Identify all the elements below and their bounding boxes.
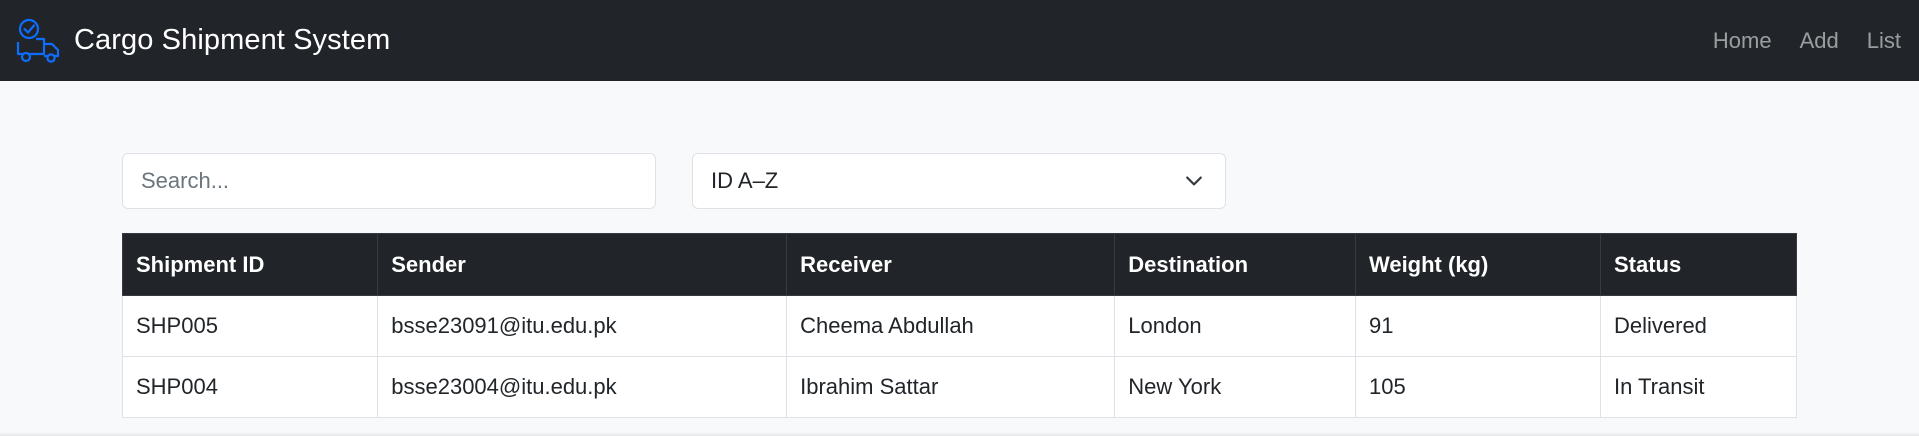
chevron-down-icon — [1185, 172, 1203, 190]
nav-link-home[interactable]: Home — [1713, 28, 1772, 54]
truck-check-icon — [16, 18, 62, 64]
table-header-row: Shipment ID Sender Receiver Destination … — [121, 233, 1798, 296]
cell-status: In Transit — [1599, 356, 1798, 418]
cell-receiver: Ibrahim Sattar — [786, 356, 1116, 418]
search-input[interactable] — [122, 153, 656, 209]
top-navbar: Cargo Shipment System Home Add List — [0, 0, 1919, 81]
cell-status: Delivered — [1599, 295, 1798, 357]
cell-weight: 105 — [1354, 356, 1601, 418]
sort-selected-value: ID A–Z — [711, 168, 779, 193]
brand-link[interactable]: Cargo Shipment System — [16, 18, 390, 64]
cell-sender: bsse23091@itu.edu.pk — [377, 295, 788, 357]
table-row[interactable]: SHP004 bsse23004@itu.edu.pk Ibrahim Satt… — [121, 356, 1798, 418]
cell-shipment-id: SHP004 — [121, 356, 379, 418]
nav-link-add[interactable]: Add — [1800, 28, 1839, 54]
column-header-destination[interactable]: Destination — [1114, 233, 1356, 296]
sort-select[interactable]: ID A–Z — [692, 153, 1226, 209]
column-header-receiver[interactable]: Receiver — [786, 233, 1116, 296]
column-header-shipment-id[interactable]: Shipment ID — [121, 233, 379, 296]
table-row[interactable]: SHP005 bsse23091@itu.edu.pk Cheema Abdul… — [121, 295, 1798, 357]
column-header-sender[interactable]: Sender — [377, 233, 788, 296]
cell-destination: New York — [1114, 356, 1356, 418]
column-header-weight[interactable]: Weight (kg) — [1354, 233, 1601, 296]
cell-shipment-id: SHP005 — [121, 295, 379, 357]
brand-title: Cargo Shipment System — [74, 24, 391, 56]
cell-receiver: Cheema Abdullah — [786, 295, 1116, 357]
column-header-status[interactable]: Status — [1599, 233, 1798, 296]
shipments-table: Shipment ID Sender Receiver Destination … — [121, 233, 1798, 418]
bottom-edge-shadow — [0, 432, 1919, 436]
cell-sender: bsse23004@itu.edu.pk — [377, 356, 788, 418]
nav-link-list[interactable]: List — [1867, 28, 1901, 54]
cell-weight: 91 — [1354, 295, 1601, 357]
nav-links: Home Add List — [1685, 28, 1903, 54]
cell-destination: London — [1114, 295, 1356, 357]
filter-bar: ID A–Z — [122, 153, 1226, 209]
